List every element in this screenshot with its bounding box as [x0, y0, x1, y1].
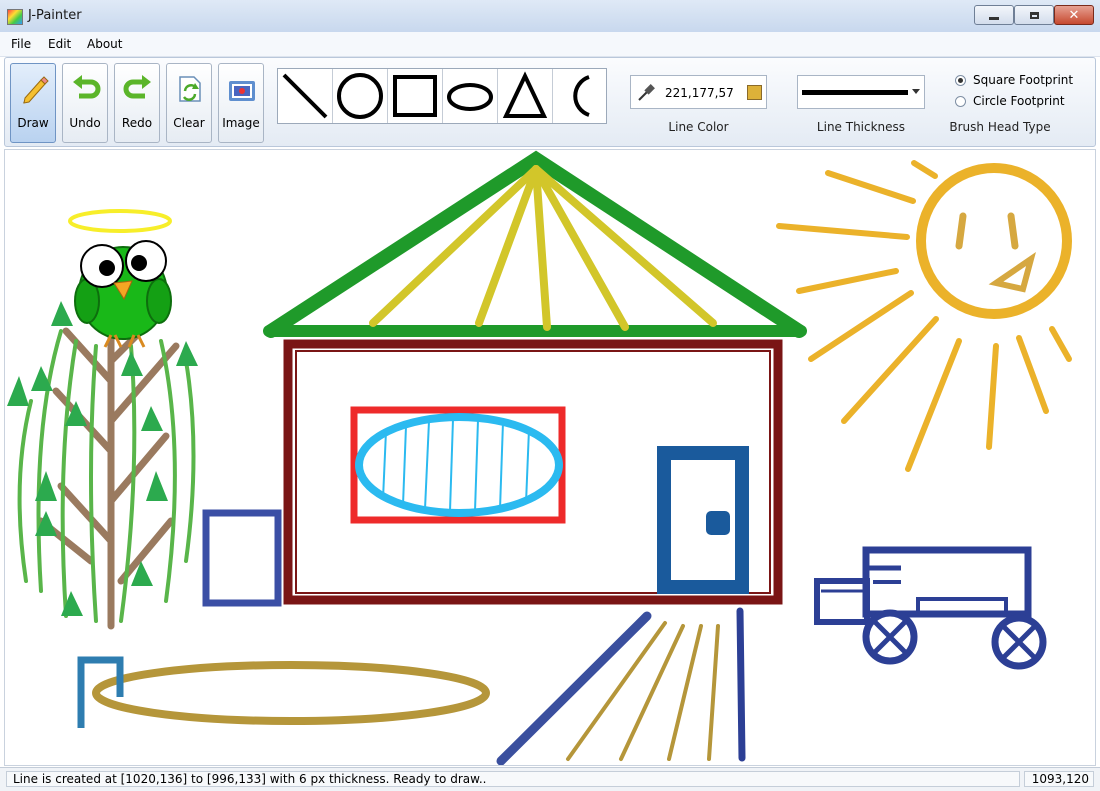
undo-label: Undo [69, 116, 101, 130]
menu-about[interactable]: About [87, 37, 122, 51]
menu-file[interactable]: File [11, 37, 31, 51]
circle-footprint-label[interactable]: Circle Footprint [973, 94, 1065, 108]
image-label: Image [222, 116, 260, 130]
shape-line-button[interactable] [278, 69, 333, 123]
clear-label: Clear [173, 116, 205, 130]
house-roof [263, 150, 807, 338]
shape-triangle-button[interactable] [498, 69, 553, 123]
title-bar: J-Painter ✕ [0, 0, 1100, 33]
line-color-caption: Line Color [668, 120, 729, 134]
image-button[interactable]: Image [218, 63, 264, 143]
square-footprint-label[interactable]: Square Footprint [973, 73, 1073, 87]
minimize-button[interactable] [974, 5, 1014, 25]
draw-label: Draw [17, 116, 49, 130]
arc-shape-icon [573, 75, 590, 117]
line-shape-icon [282, 73, 328, 119]
line-color-swatch [747, 85, 762, 100]
close-icon: ✕ [1068, 7, 1080, 23]
shape-arc-button[interactable] [553, 69, 606, 123]
status-bar: Line is created at [1020,136] to [996,13… [0, 767, 1100, 791]
rectangle-shape-icon [393, 75, 437, 117]
ellipse-shape-icon [447, 83, 493, 111]
pencil-icon [23, 76, 49, 104]
cursor-coordinates: 1093,120 [1024, 771, 1094, 787]
draw-button[interactable]: Draw [10, 63, 56, 143]
undo-arrow-icon [73, 75, 101, 99]
shape-ellipse-button[interactable] [443, 69, 498, 123]
dropdown-arrow-icon [912, 89, 920, 94]
truck [814, 546, 1047, 670]
image-folder-icon [229, 81, 255, 101]
eyedropper-icon [638, 84, 655, 101]
maximize-icon [1029, 11, 1039, 19]
shape-circle-button[interactable] [333, 69, 388, 123]
house-door [657, 446, 749, 594]
canvas-drawing [7, 150, 1072, 765]
line-color-picker[interactable]: 221,177,57 [630, 75, 767, 109]
app-icon [7, 9, 23, 25]
clear-refresh-icon [179, 76, 201, 102]
thickness-preview [802, 90, 908, 95]
triangle-shape-icon [502, 71, 548, 118]
menu-bar: File Edit About [0, 32, 1100, 57]
path-lines [496, 607, 746, 765]
ground-oval [92, 661, 490, 725]
circle-footprint-radio[interactable] [955, 96, 966, 107]
side-box [202, 509, 282, 607]
redo-label: Redo [121, 116, 153, 130]
toolbar: Draw Undo Redo Clear Image 221,177,57 Li… [4, 57, 1096, 147]
square-footprint-radio[interactable] [955, 75, 966, 86]
status-message: Line is created at [1020,136] to [996,13… [6, 771, 1020, 787]
shape-rectangle-button[interactable] [388, 69, 443, 123]
line-thickness-dropdown[interactable] [797, 75, 925, 109]
minimize-icon [989, 16, 999, 20]
clear-button[interactable]: Clear [166, 63, 212, 143]
sun [776, 160, 1072, 472]
line-color-value: 221,177,57 [665, 86, 734, 100]
redo-arrow-icon [123, 75, 151, 99]
shape-palette [277, 68, 607, 124]
redo-button[interactable]: Redo [114, 63, 160, 143]
drawing-canvas[interactable] [4, 149, 1096, 766]
close-button[interactable]: ✕ [1054, 5, 1094, 25]
circle-shape-icon [337, 73, 383, 119]
window-title: J-Painter [28, 8, 82, 23]
house-window [350, 406, 566, 524]
brush-head-caption: Brush Head Type [949, 120, 1051, 134]
menu-edit[interactable]: Edit [48, 37, 71, 51]
line-thickness-caption: Line Thickness [816, 120, 906, 134]
undo-button[interactable]: Undo [62, 63, 108, 143]
bird [68, 209, 172, 348]
maximize-button[interactable] [1014, 5, 1054, 25]
tree [7, 301, 198, 630]
